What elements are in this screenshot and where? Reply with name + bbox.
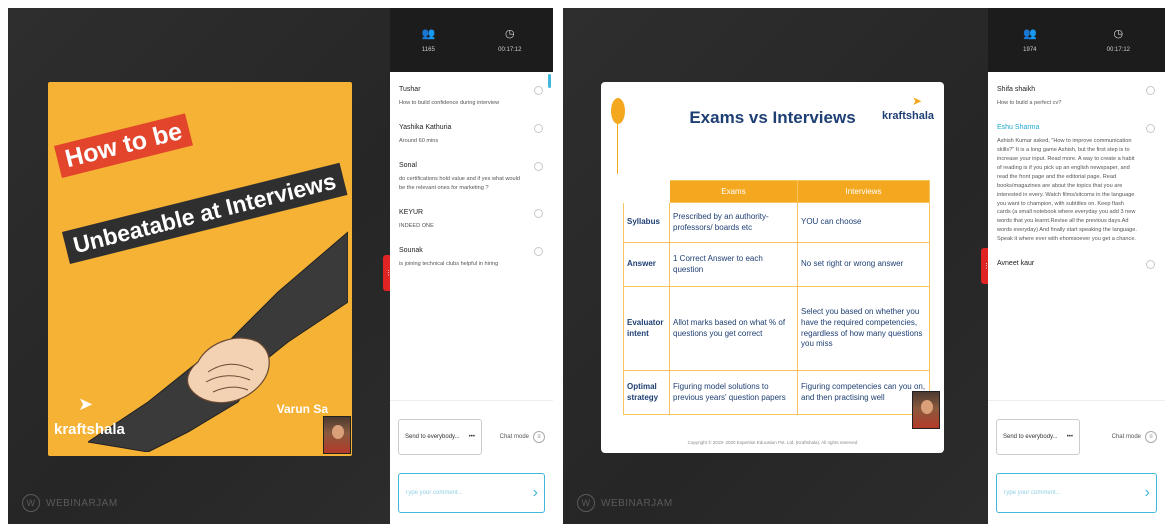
presenter-webcam xyxy=(323,416,351,454)
chat-mode-icon: ≡ xyxy=(533,431,545,443)
send-to-select[interactable]: Send to everybody... ••• xyxy=(996,419,1080,455)
webinar-screen-1: How to be Unbeatable at Interviews ➤ kra… xyxy=(8,8,553,524)
message-select-radio[interactable] xyxy=(534,208,543,218)
kraftshala-logo: ➤ kraftshala xyxy=(54,394,125,438)
attendee-count: 👥 1974 xyxy=(1022,28,1037,53)
chat-panel: 👥 1165 ◷ 00:17:12 Tushar How to build co… xyxy=(390,8,553,524)
chat-message: Tushar How to build confidence during in… xyxy=(399,86,543,108)
title-slide: How to be Unbeatable at Interviews ➤ kra… xyxy=(48,82,352,456)
comment-box: › xyxy=(996,473,1157,513)
chat-scrollbar[interactable] xyxy=(548,74,551,88)
webinar-screen-2: Exams vs Interviews ➤ kraftshala Exams I… xyxy=(563,8,1165,524)
message-select-radio[interactable] xyxy=(534,161,543,171)
chat-message: Shifa shaikh How to build a perfect cv? xyxy=(997,86,1155,108)
presenter-name: Varun Sa xyxy=(276,402,328,416)
webinarjam-logo-icon: W xyxy=(22,494,40,512)
table-row: Syllabus Prescribed by an authority- pro… xyxy=(623,202,930,243)
kraftshala-mark-icon: ➤ xyxy=(78,394,94,414)
chat-composer: Send to everybody... ••• Chat mode ≡ › xyxy=(988,400,1165,524)
send-arrow-icon[interactable]: › xyxy=(1145,484,1150,502)
attendees-icon: 👥 xyxy=(421,28,436,40)
attendee-count: 👥 1165 xyxy=(421,28,436,53)
chat-message: Yashika Kathuria Around 60 mins xyxy=(399,123,543,146)
more-icon: ••• xyxy=(468,434,475,440)
chat-message: KEYUR INDEED ONE xyxy=(399,208,543,231)
clock-icon: ◷ xyxy=(1113,28,1124,40)
chat-mode-toggle[interactable]: Chat mode ≡ xyxy=(500,431,545,443)
kraftshala-logo: ➤ kraftshala xyxy=(882,94,934,122)
slide-footer: Copyright © 2019- 2020 Expertise Educati… xyxy=(687,440,858,445)
chat-message: Sounak is joining technical clubs helpfu… xyxy=(399,246,543,269)
message-select-radio[interactable] xyxy=(1146,86,1155,95)
message-select-radio[interactable] xyxy=(534,86,543,95)
table-row: Evaluator intent Allot marks based on wh… xyxy=(623,286,930,371)
chat-message: Sonal do certifications hold value and i… xyxy=(399,161,543,193)
comment-input[interactable] xyxy=(1003,490,1121,496)
more-icon: ••• xyxy=(1066,434,1073,440)
chat-message: Avneet kaur xyxy=(997,260,1155,270)
send-to-select[interactable]: Send to everybody... ••• xyxy=(398,419,482,455)
session-timer: ◷ 00:17:12 xyxy=(1106,28,1131,53)
comment-input[interactable] xyxy=(405,490,512,496)
presentation-stage: Exams vs Interviews ➤ kraftshala Exams I… xyxy=(563,8,988,524)
table-header-row: Exams Interviews xyxy=(623,180,930,203)
comparison-slide: Exams vs Interviews ➤ kraftshala Exams I… xyxy=(601,82,944,453)
message-select-radio[interactable] xyxy=(1146,260,1155,270)
presentation-stage: How to be Unbeatable at Interviews ➤ kra… xyxy=(8,8,390,524)
webinarjam-logo-icon: W xyxy=(577,494,595,512)
exams-vs-interviews-table: Exams Interviews Syllabus Prescribed by … xyxy=(623,180,930,415)
chat-list: Shifa shaikh How to build a perfect cv? … xyxy=(988,72,1165,400)
send-arrow-icon[interactable]: › xyxy=(533,484,538,502)
slide-heading-line1: How to be xyxy=(54,113,194,179)
chat-mode-icon: ≡ xyxy=(1145,431,1157,443)
chat-list: Tushar How to build confidence during in… xyxy=(390,72,553,400)
stats-bar: 👥 1974 ◷ 00:17:12 xyxy=(988,8,1165,72)
stats-bar: 👥 1165 ◷ 00:17:12 xyxy=(390,8,553,72)
clock-icon: ◷ xyxy=(505,28,515,40)
kraftshala-mark-icon: ➤ xyxy=(911,94,922,108)
chat-panel: 👥 1974 ◷ 00:17:12 Shifa shaikh How to bu… xyxy=(988,8,1165,524)
chat-mode-toggle[interactable]: Chat mode ≡ xyxy=(1112,431,1157,443)
table-row: Answer 1 Correct Answer to each question… xyxy=(623,242,930,287)
message-select-radio[interactable] xyxy=(534,123,543,133)
table-row: Optimal strategy Figuring model solution… xyxy=(623,370,930,415)
chat-composer: Send to everybody... ••• Chat mode ≡ › xyxy=(390,400,553,524)
session-timer: ◷ 00:17:12 xyxy=(498,28,522,53)
comment-box: › xyxy=(398,473,545,513)
message-select-radio[interactable] xyxy=(1146,123,1155,133)
webinarjam-watermark: W WEBINARJAM xyxy=(577,494,673,512)
webinarjam-watermark: W WEBINARJAM xyxy=(22,494,118,512)
chat-message: Eshu Sharma Ashish Kumar asked, "How to … xyxy=(997,123,1155,244)
presenter-webcam xyxy=(912,391,940,429)
message-select-radio[interactable] xyxy=(534,246,543,256)
attendees-icon: 👥 xyxy=(1022,28,1037,40)
